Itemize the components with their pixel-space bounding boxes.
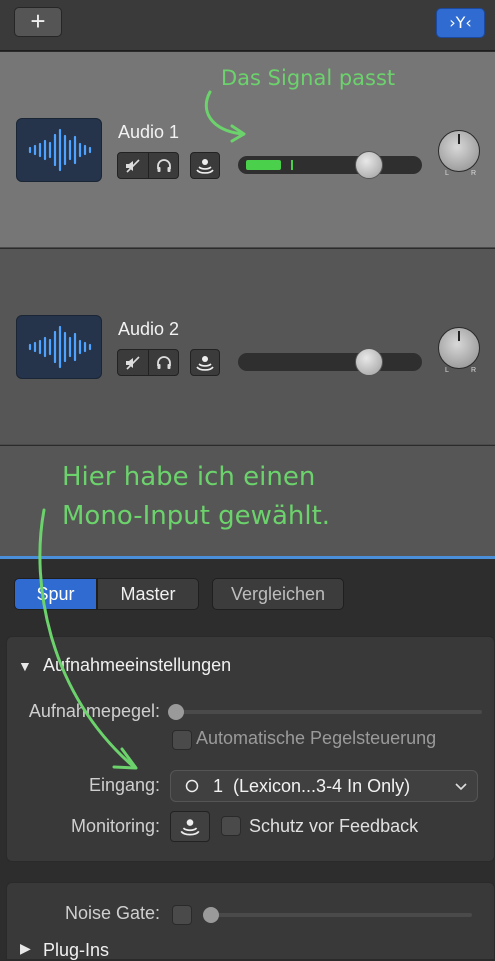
monitoring-icon: [196, 355, 214, 371]
annotation-signal: Das Signal passt: [221, 66, 396, 90]
volume-slider[interactable]: [238, 156, 422, 174]
volume-knob[interactable]: [355, 348, 383, 376]
pan-knob[interactable]: [438, 327, 480, 369]
pan-left-label: L: [445, 367, 449, 374]
input-select-value: 1 (Lexicon...3-4 In Only): [213, 776, 411, 796]
filter-button[interactable]: ›Y‹: [436, 8, 485, 38]
mute-solo-group: [117, 349, 179, 376]
add-track-button[interactable]: +: [14, 7, 62, 37]
compare-button[interactable]: Vergleichen: [212, 578, 344, 610]
feedback-protection-checkbox[interactable]: [221, 816, 241, 836]
track-name: Audio 2: [118, 319, 180, 339]
mono-circle-icon: [185, 779, 199, 793]
headphones-icon: [157, 355, 171, 369]
feedback-protection-label: Schutz vor Feedback: [249, 816, 419, 836]
pan-knob[interactable]: [438, 130, 480, 172]
auto-level-label: Automatische Pegelsteuerung: [196, 728, 437, 748]
mute-button[interactable]: [118, 350, 149, 375]
monitoring-icon: [180, 818, 200, 836]
top-toolbar: [0, 0, 495, 51]
monitoring-label: Monitoring:: [70, 816, 160, 836]
track-row[interactable]: Audio 2 L R: [0, 249, 495, 445]
auto-level-checkbox[interactable]: [172, 730, 192, 750]
mute-icon: [126, 355, 140, 370]
peak-marker: [291, 160, 293, 170]
input-level-meter: [246, 160, 281, 170]
plugins-label: Plug-Ins: [43, 940, 110, 960]
headphones-icon: [157, 158, 171, 172]
waveform-icon: [16, 118, 102, 182]
pan-right-label: R: [471, 367, 477, 374]
disclosure-triangle-right-icon[interactable]: ▶: [20, 940, 31, 957]
monitoring-icon: [196, 158, 214, 174]
annotation-arrow-short-icon: [204, 90, 246, 143]
noise-gate-checkbox[interactable]: [172, 905, 192, 925]
annotation-arrow-long-icon: [38, 508, 138, 770]
volume-knob[interactable]: [355, 151, 383, 179]
volume-slider[interactable]: [238, 353, 422, 371]
waveform-icon: [16, 315, 102, 379]
input-monitoring-button[interactable]: [190, 349, 220, 376]
solo-button[interactable]: [149, 350, 179, 375]
monitoring-button[interactable]: [170, 811, 210, 842]
noise-gate-label: Noise Gate:: [64, 903, 160, 923]
mute-button[interactable]: [118, 153, 149, 178]
record-level-slider[interactable]: [172, 710, 482, 714]
mute-solo-group: [117, 152, 179, 179]
solo-button[interactable]: [149, 153, 179, 178]
noise-gate-slider[interactable]: [205, 913, 472, 917]
input-select[interactable]: 1 (Lexicon...3-4 In Only): [170, 770, 478, 802]
track-name: Audio 1: [118, 122, 180, 142]
noise-gate-knob[interactable]: [203, 907, 219, 923]
chevron-down-icon: [455, 783, 467, 791]
pan-left-label: L: [445, 170, 449, 177]
pan-right-label: R: [471, 170, 477, 177]
annotation-mono-line1: Hier habe ich einen: [62, 462, 316, 492]
mute-icon: [126, 158, 140, 173]
record-level-knob[interactable]: [168, 704, 184, 720]
input-monitoring-button[interactable]: [190, 152, 220, 179]
